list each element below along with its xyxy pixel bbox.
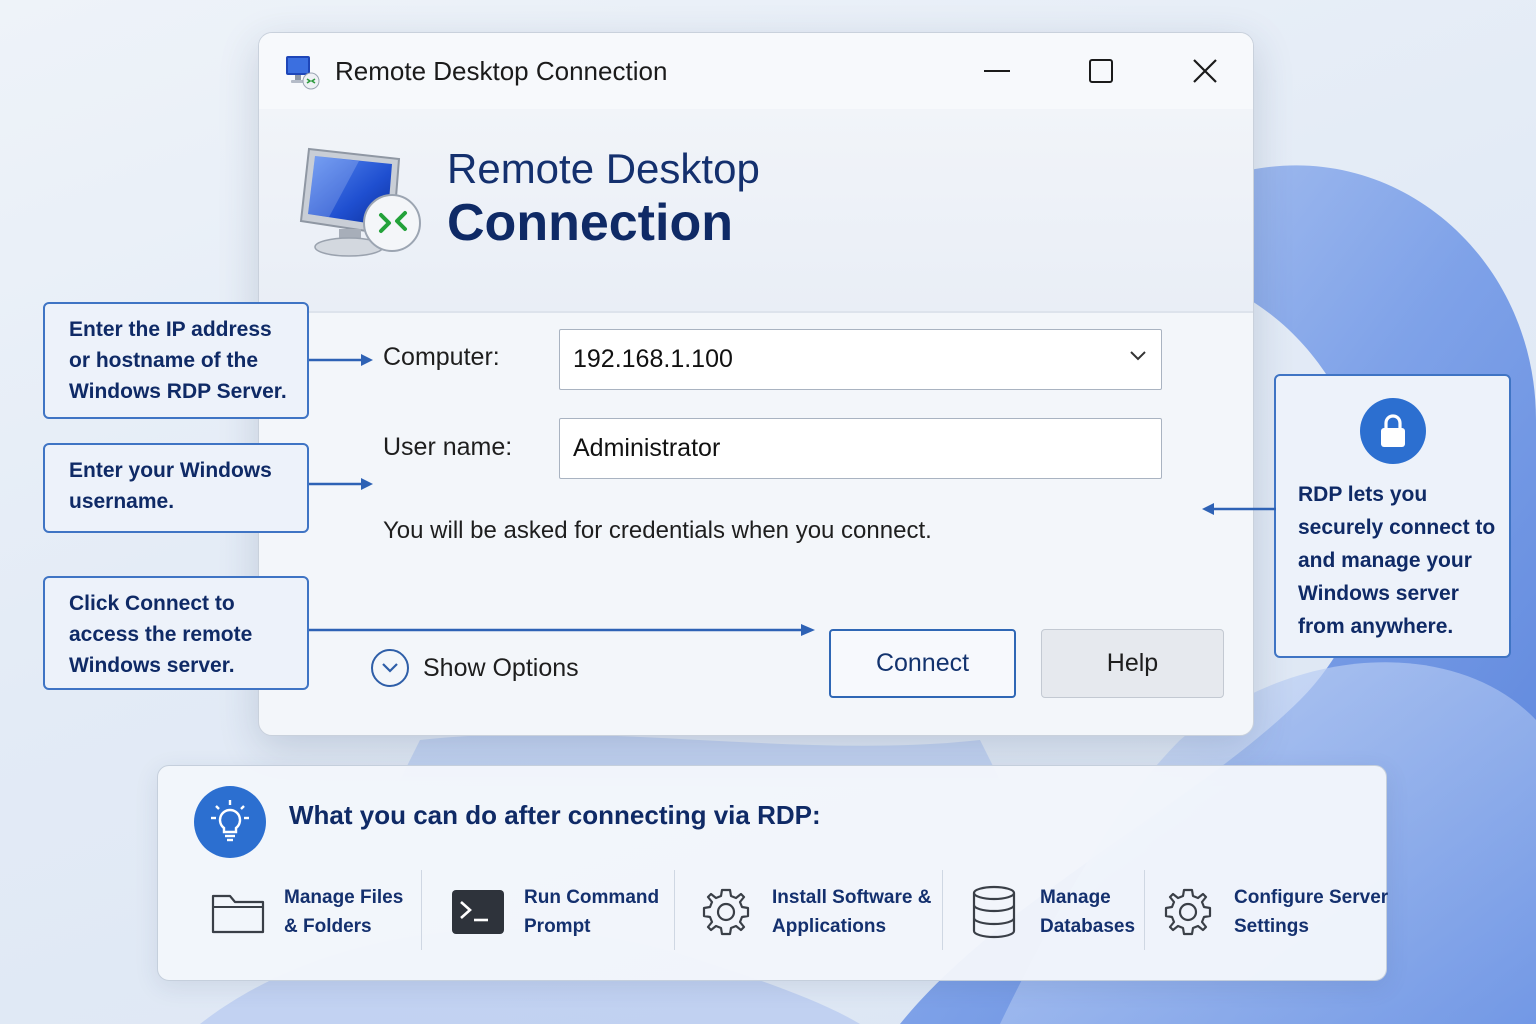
security-line: from anywhere.	[1298, 615, 1454, 638]
callout-computer-line: or hostname of the	[69, 349, 259, 372]
username-label: User name:	[383, 433, 513, 461]
username-field[interactable]: Administrator	[559, 418, 1162, 479]
banner-title-line2: Connection	[447, 194, 733, 252]
feature-label: Databases	[1040, 916, 1136, 937]
connect-button[interactable]: Connect	[829, 629, 1016, 698]
feature-label: & Folders	[284, 916, 372, 937]
callout-computer: Enter the IP address or hostname of the …	[43, 302, 309, 419]
remote-desktop-monitor-icon	[299, 147, 421, 257]
feature-install-software: Install Software & Applications	[696, 870, 931, 954]
banner-title-line1: Remote Desktop	[447, 145, 760, 192]
lightbulb-icon	[194, 786, 266, 858]
maximize-icon	[1089, 59, 1113, 83]
feature-label: Applications	[772, 916, 887, 937]
rdp-app-icon	[286, 56, 320, 90]
divider	[421, 870, 422, 950]
lock-icon	[1360, 398, 1426, 464]
terminal-icon	[448, 882, 508, 942]
minimize-button[interactable]	[975, 51, 1019, 91]
chevron-down-icon[interactable]	[1129, 350, 1147, 362]
show-options-label: Show Options	[423, 653, 579, 682]
divider	[674, 870, 675, 950]
feature-label: Manage Files	[284, 887, 404, 908]
computer-label: Computer:	[383, 343, 500, 371]
feature-manage-databases: Manage Databases	[964, 870, 1135, 954]
panel-title: What you can do after connecting via RDP…	[289, 800, 821, 830]
computer-combobox[interactable]: 192.168.1.100	[559, 329, 1162, 390]
divider	[942, 870, 943, 950]
gear-icon	[696, 882, 756, 942]
feature-configure-settings: Configure Server Settings	[1158, 870, 1388, 954]
feature-label: Run Command	[524, 887, 660, 908]
title-bar: Remote Desktop Connection	[259, 33, 1253, 109]
callout-connect-line: access the remote	[69, 623, 253, 646]
security-line: and manage your	[1298, 549, 1472, 572]
feature-manage-files: Manage Files & Folders	[208, 870, 403, 954]
feature-label: Install Software &	[772, 887, 932, 908]
security-line: Windows server	[1298, 582, 1459, 605]
callout-connect: Click Connect to access the remote Windo…	[43, 576, 309, 690]
callout-username-line: Enter your Windows	[69, 459, 272, 482]
expand-circle-icon	[371, 649, 409, 687]
arrow-to-computer-icon	[309, 354, 373, 366]
close-button[interactable]	[1183, 51, 1227, 91]
help-button[interactable]: Help	[1041, 629, 1224, 698]
feature-label: Configure Server	[1234, 887, 1389, 908]
minimize-icon	[984, 70, 1010, 72]
divider	[1144, 870, 1145, 950]
security-line: securely connect to	[1298, 516, 1496, 539]
security-line: RDP lets you	[1298, 483, 1428, 506]
feature-command-prompt: Run Command Prompt	[448, 870, 659, 954]
arrow-to-username-icon	[309, 478, 373, 490]
callout-connect-line: Windows server.	[69, 654, 235, 677]
maximize-button[interactable]	[1079, 51, 1123, 91]
username-value: Administrator	[573, 434, 721, 462]
callout-computer-line: Enter the IP address	[69, 318, 272, 341]
after-connect-panel: What you can do after connecting via RDP…	[157, 765, 1388, 981]
close-icon	[1193, 59, 1217, 83]
header-banner: Remote Desktop Connection	[259, 109, 1253, 313]
database-icon	[964, 882, 1024, 942]
feature-label: Manage	[1040, 887, 1111, 908]
show-options-toggle[interactable]: Show Options	[371, 649, 579, 687]
callout-connect-line: Click Connect to	[69, 592, 235, 615]
credentials-hint: You will be asked for credentials when y…	[383, 517, 932, 544]
arrow-from-security-icon	[1202, 503, 1276, 515]
callout-computer-line: Windows RDP Server.	[69, 380, 287, 403]
window-title: Remote Desktop Connection	[335, 56, 668, 86]
callout-username-line: username.	[69, 490, 175, 513]
feature-label: Prompt	[524, 916, 591, 937]
folder-icon	[208, 882, 268, 942]
gear-icon	[1158, 882, 1218, 942]
feature-label: Settings	[1234, 916, 1309, 937]
arrow-to-connect-icon	[309, 624, 815, 636]
computer-value: 192.168.1.100	[573, 345, 733, 373]
security-text: RDP lets you securely connect to and man…	[1298, 478, 1495, 643]
callout-security: RDP lets you securely connect to and man…	[1274, 374, 1511, 658]
callout-username: Enter your Windows username.	[43, 443, 309, 533]
